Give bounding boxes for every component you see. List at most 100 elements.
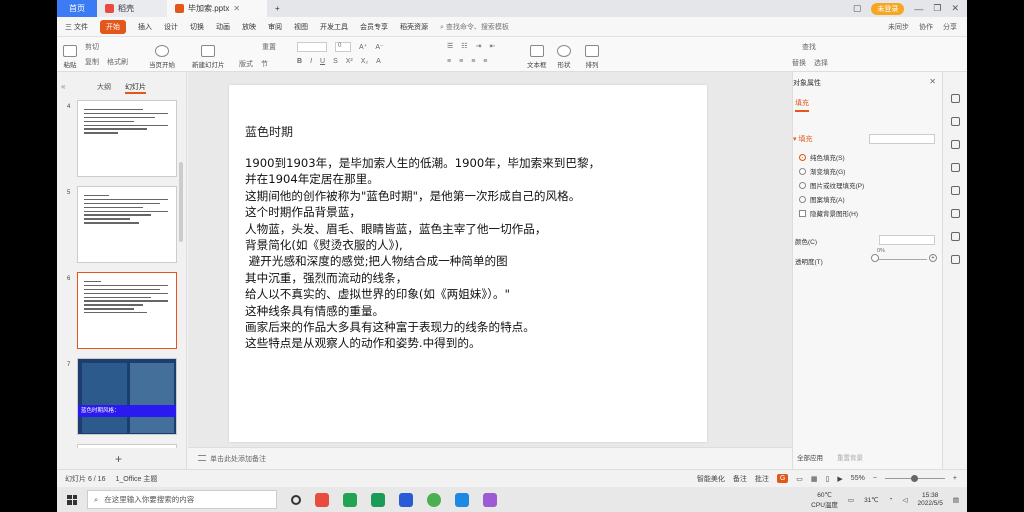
transparency-slider[interactable] — [875, 259, 927, 260]
bold-icon[interactable]: B — [297, 58, 302, 65]
slide-title[interactable]: 蓝色时期 — [245, 123, 293, 140]
menu-start[interactable]: 开始 — [99, 19, 126, 34]
align-left-icon[interactable]: ≡ — [447, 58, 451, 65]
option-picture-fill[interactable]: 图片或纹理填充(P) — [799, 180, 864, 190]
transparency-knob[interactable] — [871, 254, 879, 262]
command-search[interactable]: ⌕ 查找命令、搜索模板 — [440, 22, 509, 32]
task-view-icon[interactable] — [291, 494, 301, 505]
sorter-view-icon[interactable]: ▦ — [811, 475, 818, 483]
menu-view[interactable]: 视图 — [294, 22, 308, 32]
menu-slideshow[interactable]: 放映 — [242, 22, 256, 32]
slide-body-text[interactable]: 1900到1903年，是毕加索人生的低潮。1900年，毕加索来到巴黎， 并在19… — [245, 155, 600, 352]
menu-transition[interactable]: 切换 — [190, 22, 204, 32]
menu-review[interactable]: 审阅 — [268, 22, 282, 32]
slide-thumb-7[interactable]: 蓝色时期风格： — [77, 358, 177, 435]
animation-icon[interactable] — [951, 163, 960, 172]
input-method-icon[interactable]: G — [776, 474, 789, 483]
reset-background-button[interactable]: 重置背景 — [837, 452, 863, 462]
play-from-current-button[interactable]: 当页开始 — [149, 45, 175, 69]
format-painter-button[interactable]: 格式刷 — [107, 57, 128, 67]
transparency-increment[interactable]: + — [929, 254, 937, 262]
notification-icon[interactable]: ▤ — [953, 496, 959, 504]
new-slide-button[interactable]: 新建幻灯片 — [192, 45, 225, 69]
radio-pattern[interactable] — [799, 195, 806, 203]
cut-button[interactable]: 剪切 — [85, 42, 99, 52]
properties-icon[interactable] — [951, 117, 960, 126]
comment-toggle[interactable]: 批注 — [755, 474, 769, 484]
slide-6[interactable]: 蓝色时期 1900到1903年，是毕加索人生的低潮。1900年，毕加索来到巴黎，… — [229, 85, 707, 442]
menu-insert[interactable]: 插入 — [138, 22, 152, 32]
menu-devtools[interactable]: 开发工具 — [320, 22, 348, 32]
close-icon[interactable]: ✕ — [951, 3, 959, 14]
strikethrough-icon[interactable]: S — [333, 58, 338, 65]
collaborate-button[interactable]: 协作 — [919, 22, 933, 32]
wechat-app-icon[interactable] — [343, 492, 357, 507]
italic-icon[interactable]: I — [310, 58, 312, 65]
effects-icon[interactable] — [951, 94, 960, 103]
mail-app-icon[interactable] — [455, 492, 469, 507]
resize-icon[interactable] — [951, 232, 960, 241]
option-pattern-fill[interactable]: 图案填充(A) — [799, 194, 845, 204]
copy-button[interactable]: 复制 — [85, 57, 99, 67]
bullets-icon[interactable]: ☰ — [447, 42, 453, 50]
paste-button[interactable]: 粘贴 — [63, 45, 77, 69]
volume-icon[interactable]: ◁ — [903, 496, 908, 504]
select-button[interactable]: 选择 — [814, 58, 828, 68]
normal-view-icon[interactable]: ▭ — [796, 475, 803, 483]
file-menu[interactable]: 三 文件 — [65, 22, 88, 32]
new-tab-button[interactable]: + — [267, 0, 288, 17]
fill-type-select[interactable] — [869, 134, 935, 144]
taskbar-search[interactable]: ⌕ 在这里输入你要搜索的内容 — [87, 490, 277, 509]
menu-animation[interactable]: 动画 — [216, 22, 230, 32]
slide-thumb-5[interactable] — [77, 186, 177, 263]
sync-status[interactable]: 未同步 — [888, 22, 909, 32]
pin-icon[interactable] — [951, 140, 960, 149]
replace-button[interactable]: 替换 — [792, 58, 806, 68]
spreadsheet-app-icon[interactable] — [371, 492, 385, 507]
maximize-icon[interactable]: ❐ — [933, 3, 941, 14]
slide-thumb-4[interactable] — [77, 100, 177, 177]
option-hide-bg[interactable]: 隐藏背景图形(H) — [799, 208, 858, 218]
word-app-icon[interactable] — [399, 492, 413, 507]
indent-icon[interactable]: ⇥ — [476, 42, 482, 50]
color-picker[interactable] — [879, 235, 935, 245]
zoom-out-icon[interactable]: − — [873, 475, 877, 482]
shrink-font-icon[interactable]: A⁻ — [375, 43, 383, 51]
radio-gradient[interactable] — [799, 167, 806, 175]
tab-outline[interactable]: 大纲 — [97, 82, 111, 94]
smart-beautify-button[interactable]: 智能美化 — [697, 474, 725, 484]
wps-app-icon[interactable] — [315, 492, 329, 507]
apply-all-button[interactable]: 全部应用 — [797, 452, 823, 462]
slide-thumb-8-partial[interactable] — [77, 444, 177, 448]
wifi-icon[interactable]: ◔ — [889, 496, 893, 503]
close-panel-icon[interactable]: ✕ — [929, 77, 936, 86]
font-color-icon[interactable]: A — [376, 58, 381, 65]
slide-thumb-6[interactable] — [77, 272, 177, 349]
layout-icon[interactable]: ▢ — [853, 3, 862, 14]
battery-icon[interactable]: ▭ — [848, 496, 854, 504]
slide-panel-scrollbar[interactable] — [179, 162, 183, 242]
browser-app-icon[interactable] — [427, 492, 441, 507]
zoom-level[interactable]: 55% — [851, 475, 865, 482]
notes-pane[interactable]: 单击此处添加备注 — [188, 447, 792, 469]
menu-docer-resources[interactable]: 稻壳资源 — [400, 22, 428, 32]
layout-button[interactable]: 版式 — [239, 59, 253, 69]
checkbox-hide-bg[interactable] — [799, 209, 806, 217]
find-button[interactable]: 查找 — [802, 42, 816, 52]
menu-design[interactable]: 设计 — [164, 22, 178, 32]
fill-tab[interactable]: 填充 — [795, 98, 809, 112]
add-slide-button[interactable]: + — [115, 452, 122, 466]
font-size-select[interactable]: 0 — [335, 42, 351, 52]
radio-picture[interactable] — [799, 181, 806, 189]
option-solid-fill[interactable]: 纯色填充(S) — [799, 152, 845, 162]
grow-font-icon[interactable]: A⁺ — [359, 43, 367, 51]
share-icon-side[interactable] — [951, 255, 960, 264]
layout-icon-side[interactable] — [951, 209, 960, 218]
tab-docer[interactable]: 稻壳 — [97, 0, 167, 17]
zoom-in-icon[interactable]: + — [953, 475, 957, 482]
zoom-slider[interactable] — [884, 475, 945, 482]
login-button[interactable]: 未登录 — [871, 2, 905, 15]
help-icon[interactable] — [951, 186, 960, 195]
subscript-icon[interactable]: X₂ — [361, 58, 368, 65]
close-tab-icon[interactable]: ✕ — [233, 4, 240, 13]
